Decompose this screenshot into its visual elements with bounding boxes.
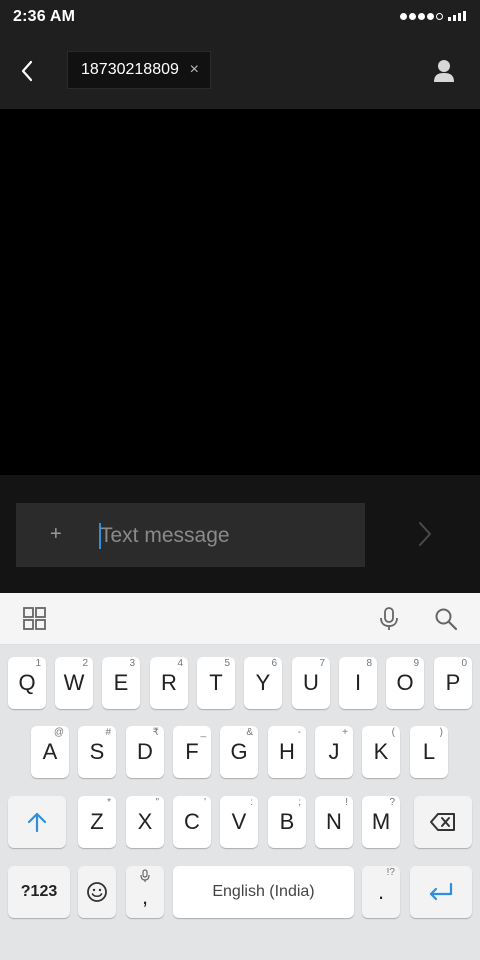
key-c[interactable]: ' C bbox=[173, 796, 211, 848]
key-h[interactable]: -H bbox=[268, 726, 306, 778]
conversation-header: 18730218809 × bbox=[0, 34, 480, 109]
key-l[interactable]: ) L bbox=[410, 726, 448, 778]
key-q[interactable]: 1Q bbox=[8, 657, 46, 709]
network-bars-icon bbox=[448, 11, 466, 21]
keyboard-toolbar bbox=[0, 593, 480, 645]
comma-key[interactable]: , bbox=[126, 866, 164, 918]
shift-arrow-icon bbox=[27, 812, 47, 833]
back-arrow-icon bbox=[21, 60, 33, 82]
key-s[interactable]: # S bbox=[78, 726, 116, 778]
attach-plus-icon[interactable]: + bbox=[50, 523, 62, 546]
enter-arrow-icon bbox=[429, 882, 453, 901]
key-a[interactable]: @ A bbox=[31, 726, 69, 778]
key-k[interactable]: (K bbox=[362, 726, 400, 778]
send-chevron-icon bbox=[419, 522, 431, 546]
messaging-app: 2:36 AM 18730218809 × + Text message 1 Q… bbox=[0, 0, 480, 960]
key-o[interactable]: 9O bbox=[386, 657, 424, 709]
key-v[interactable]: :V bbox=[220, 796, 258, 848]
key-r[interactable]: 4R bbox=[150, 657, 188, 709]
contact-button[interactable] bbox=[430, 56, 458, 86]
key-t[interactable]: 5T bbox=[197, 657, 235, 709]
smiley-icon bbox=[87, 882, 107, 902]
status-time: 2:36 AM bbox=[13, 8, 76, 25]
key-b[interactable]: ; B bbox=[268, 796, 306, 848]
key-u[interactable]: 7U bbox=[292, 657, 330, 709]
emoji-key[interactable] bbox=[78, 866, 116, 918]
remove-recipient-icon[interactable]: × bbox=[190, 61, 199, 79]
signal-strength-icon bbox=[400, 12, 443, 20]
person-icon bbox=[434, 60, 454, 82]
status-icons bbox=[400, 11, 466, 21]
key-g[interactable]: & G bbox=[220, 726, 258, 778]
key-j[interactable]: + J bbox=[315, 726, 353, 778]
back-button[interactable] bbox=[12, 54, 42, 88]
grid-icon[interactable] bbox=[22, 606, 48, 632]
key-x[interactable]: " X bbox=[126, 796, 164, 848]
mic-icon[interactable] bbox=[376, 606, 402, 632]
search-icon[interactable] bbox=[433, 606, 459, 632]
backspace-key[interactable] bbox=[414, 796, 472, 848]
period-key[interactable]: !?. bbox=[362, 866, 400, 918]
symbols-key[interactable]: ?123 bbox=[8, 866, 70, 918]
key-d[interactable]: ₹ D bbox=[126, 726, 164, 778]
key-e[interactable]: 3E bbox=[102, 657, 140, 709]
status-bar: 2:36 AM bbox=[0, 0, 480, 34]
message-input[interactable] bbox=[100, 521, 350, 551]
compose-field: + bbox=[16, 503, 365, 567]
shift-key[interactable] bbox=[8, 796, 66, 848]
key-w[interactable]: 2W bbox=[55, 657, 93, 709]
key-n[interactable]: ! N bbox=[315, 796, 353, 848]
recipient-number: 18730218809 bbox=[81, 61, 179, 78]
compose-bar: + bbox=[0, 475, 480, 593]
key-y[interactable]: 6Y bbox=[244, 657, 282, 709]
key-z[interactable]: * Z bbox=[78, 796, 116, 848]
key-p[interactable]: 0P bbox=[434, 657, 472, 709]
space-bar[interactable]: English (India) bbox=[173, 866, 354, 918]
enter-key[interactable] bbox=[410, 866, 472, 918]
keyboard: 1Q 2W 3E 4R 5T 6Y 7U 8I 9O 0P @ A # S ₹ D _… bbox=[0, 645, 480, 960]
key-m[interactable]: ? M bbox=[362, 796, 400, 848]
voice-mic-icon bbox=[140, 869, 150, 882]
message-thread bbox=[0, 109, 480, 475]
send-button[interactable] bbox=[408, 517, 438, 551]
key-f[interactable]: _ F bbox=[173, 726, 211, 778]
recipient-chip[interactable]: 18730218809 × bbox=[67, 51, 211, 89]
key-i[interactable]: 8I bbox=[339, 657, 377, 709]
backspace-icon bbox=[430, 813, 455, 831]
